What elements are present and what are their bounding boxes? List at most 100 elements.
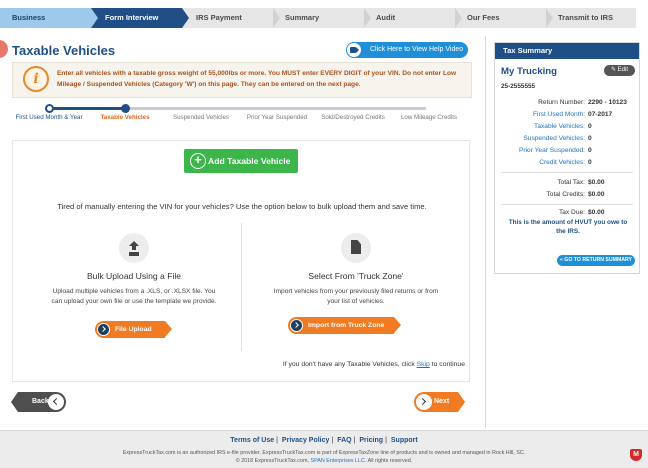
edit-business-button[interactable]: ✎ Edit [604, 65, 635, 76]
column-divider [485, 36, 486, 428]
bulk-upload-title: Bulk Upload Using a File [86, 271, 182, 281]
step-our-fees[interactable]: Our Fees [455, 8, 546, 28]
step-arrow [273, 8, 280, 28]
step-form-interview[interactable]: Form Interview [91, 8, 182, 28]
back-button[interactable]: Back [11, 392, 66, 412]
add-taxable-vehicle-button[interactable]: + Add Taxable Vehicle [184, 149, 298, 173]
total-tax-value: $0.00 [588, 179, 605, 186]
info-icon: i [23, 66, 49, 92]
tax-summary-panel: Tax Summary My Trucking ✎ Edit 25-255555… [494, 42, 640, 274]
ein-value: 25-2555555 [501, 83, 536, 90]
taxable-vehicles-link[interactable]: Taxable Vehicles: [534, 123, 585, 130]
mcafee-badge-icon[interactable]: M [630, 449, 642, 461]
copyright-suffix: . All rights reserved. [364, 458, 413, 464]
prior-year-value: 0 [588, 147, 592, 154]
summary-divider [501, 172, 633, 173]
side-tab[interactable] [0, 40, 8, 58]
bulk-upload-desc: Upload multiple vehicles from a .XLS, or… [51, 288, 217, 305]
step-business[interactable]: Business [0, 8, 91, 28]
vehicles-card: + Add Taxable Vehicle Tired of manually … [12, 140, 470, 382]
help-video-button[interactable]: Click Here to View Help Video [346, 42, 468, 58]
step-arrow [546, 8, 553, 28]
wizard-label-first-used[interactable]: First Used Month & Year [12, 114, 86, 122]
step-transmit[interactable]: Transmit to IRS [546, 8, 636, 28]
footer-disclaimer: ExpressTruckTax.com is an authorized IRS… [122, 450, 526, 456]
first-used-link[interactable]: First Used Month: [533, 111, 585, 118]
truck-zone-desc: Import vehicles from your previously fil… [273, 288, 439, 305]
first-used-value: 07-2017 [588, 111, 613, 118]
skip-line: If you don't have any Taxable Vehicles, … [245, 361, 465, 368]
page-title: Taxable Vehicles [12, 43, 116, 58]
hvut-note: This is the amount of HVUT you owe to th… [508, 219, 628, 235]
step-irs-payment[interactable]: IRS Payment [182, 8, 273, 28]
step-audit[interactable]: Audit [364, 8, 455, 28]
file-upload-label: File Upload [115, 326, 152, 333]
copyright-prefix: © 2018 ExpressTruckTax.com, [235, 458, 309, 464]
footer-link-terms[interactable]: Terms of Use [230, 437, 274, 444]
wizard-line [128, 107, 426, 110]
wizard-label-suspended: Suspended Vehicles [172, 114, 230, 121]
footer-link-support[interactable]: Support [391, 437, 418, 444]
add-vehicle-label: Add Taxable Vehicle [208, 156, 291, 166]
return-number-label: Return Number: [538, 99, 585, 106]
upload-icon [119, 233, 149, 263]
summary-divider [501, 204, 633, 205]
import-truck-zone-label: Import from Truck Zone [308, 322, 385, 329]
sub-wizard: First Used Month & Year Taxable Vehicles… [12, 104, 466, 134]
wizard-label-prior-year: Prior Year Suspended [246, 114, 308, 121]
span-enterprises-link[interactable]: SPAN Enterprises LLC [311, 458, 365, 464]
back-label: Back [32, 398, 49, 405]
prior-year-link[interactable]: Prior Year Suspended: [519, 147, 585, 154]
company-name: My Trucking [501, 66, 557, 77]
step-arrow [182, 8, 189, 28]
tax-summary-header: Tax Summary [495, 43, 639, 59]
go-to-return-summary-button[interactable]: « GO TO RETURN SUMMARY [557, 255, 635, 266]
notice-text: Enter all vehicles with a taxable gross … [57, 70, 457, 88]
total-credits-label: Total Credits: [546, 191, 585, 198]
tax-due-label: Tax Due: [558, 209, 585, 216]
notice-box: i Enter all vehicles with a taxable gros… [12, 62, 472, 98]
arrow-circle-icon [97, 323, 110, 336]
footer-link-faq[interactable]: FAQ [337, 437, 351, 444]
file-icon [341, 233, 371, 263]
plus-icon: + [190, 153, 206, 169]
credit-vehicles-link[interactable]: Credit Vehicles: [539, 159, 585, 166]
help-video-label: Click Here to View Help Video [370, 46, 464, 53]
wizard-label-sold-destroyed: Sold/Destroyed Credits [321, 114, 385, 121]
taxable-vehicles-value: 0 [588, 123, 592, 130]
progress-steps: Business Form Interview IRS Payment Summ… [0, 8, 648, 28]
footer-link-privacy[interactable]: Privacy Policy [282, 437, 329, 444]
step-arrow [91, 8, 98, 28]
wizard-label-taxable[interactable]: Taxable Vehicles [88, 114, 162, 122]
step-arrow [364, 8, 371, 28]
footer-link-pricing[interactable]: Pricing [359, 437, 383, 444]
wizard-dot-first-used[interactable] [45, 104, 54, 113]
footer: Terms of Use | Privacy Policy | FAQ | Prici… [0, 430, 648, 468]
skip-suffix: to continue [431, 361, 465, 368]
chevron-left-icon [48, 394, 64, 410]
video-camera-icon [347, 43, 361, 57]
truck-zone-title: Select From 'Truck Zone' [308, 271, 404, 281]
return-number-value: 2290 - 10123 [588, 99, 627, 106]
suspended-vehicles-link[interactable]: Suspended Vehicles: [523, 135, 585, 142]
footer-links: Terms of Use | Privacy Policy | FAQ | Prici… [230, 437, 418, 444]
wizard-label-low-mileage: Low Mileage Credits [400, 114, 458, 121]
wizard-dot-taxable[interactable] [121, 104, 130, 113]
wizard-line [49, 107, 124, 110]
option-divider [241, 223, 242, 351]
bulk-upload-option: Bulk Upload Using a File Upload multiple… [29, 233, 239, 307]
credit-vehicles-value: 0 [588, 159, 592, 166]
skip-link[interactable]: Skip [417, 361, 430, 368]
total-tax-label: Total Tax: [557, 179, 585, 186]
truck-zone-option: Select From 'Truck Zone' Import vehicles… [251, 233, 461, 307]
edit-label: Edit [617, 67, 629, 73]
import-truck-zone-button[interactable]: Import from Truck Zone [288, 317, 401, 334]
skip-prefix: If you don't have any Taxable Vehicles, … [282, 361, 415, 368]
next-button[interactable]: Next [414, 392, 465, 412]
file-upload-button[interactable]: File Upload [95, 321, 172, 338]
chevron-right-icon [416, 394, 432, 410]
next-label: Next [434, 398, 450, 405]
suspended-vehicles-value: 0 [588, 135, 592, 142]
tax-due-value: $0.00 [588, 209, 605, 216]
step-summary[interactable]: Summary [273, 8, 364, 28]
